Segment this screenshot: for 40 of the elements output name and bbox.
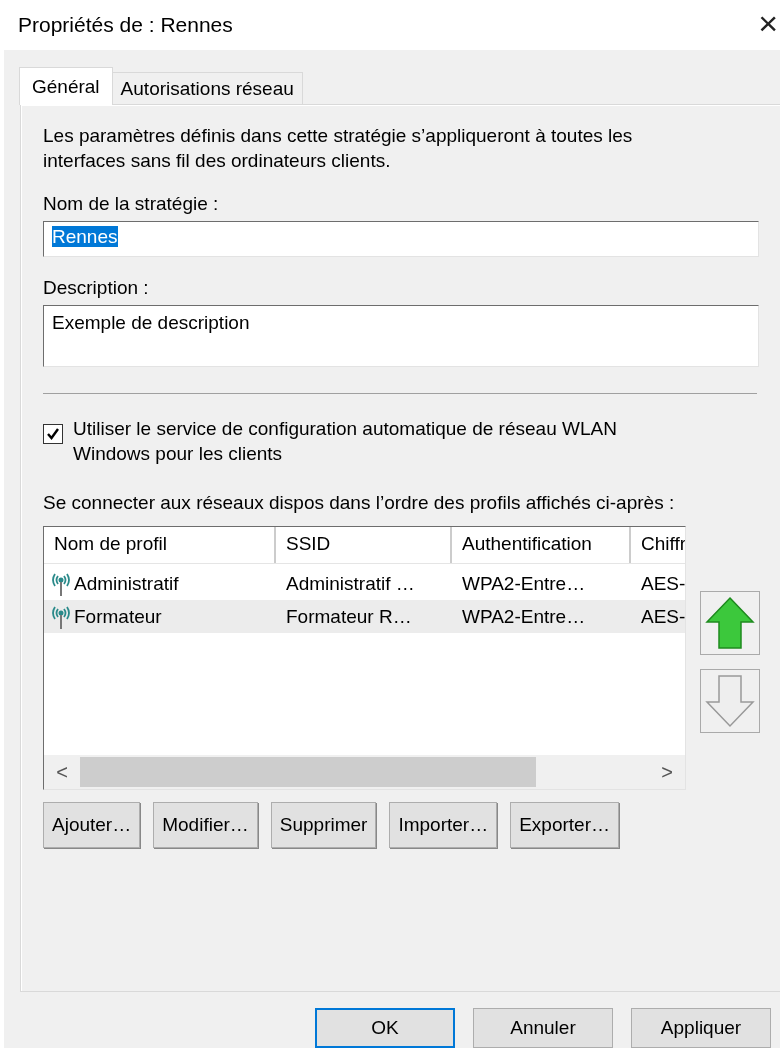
field-label: Nom de la stratégie : [43, 193, 220, 215]
profile-row[interactable]: Administratif Administratif … WPA2-Entre… AES- [44, 567, 685, 600]
scroll-right-button[interactable]: > [649, 760, 685, 784]
profile-row[interactable]: Formateur Formateur R… WPA2-Entre… AES- [44, 600, 685, 633]
tab[interactable]: Autorisations réseau [111, 72, 303, 104]
checkbox[interactable] [43, 424, 63, 444]
dialog-button[interactable]: Appliquer [631, 1008, 771, 1048]
table-cell: Administratif [74, 572, 179, 595]
dialog-button[interactable]: OK [315, 1008, 455, 1048]
profile-action-button[interactable]: Exporter… [510, 802, 619, 848]
table-cell: Formateur [74, 605, 162, 628]
scroll-left-button[interactable]: < [44, 760, 80, 784]
table-cell: WPA2-Entre… [462, 605, 586, 628]
dialog-button[interactable]: Annuler [473, 1008, 613, 1048]
table-cell: Formateur R… [286, 605, 412, 628]
move-up-button[interactable] [700, 591, 760, 655]
tab[interactable]: Général [19, 67, 113, 105]
profile-action-button[interactable]: Ajouter… [43, 802, 141, 848]
description-field[interactable]: Exemple de description [43, 305, 759, 367]
column-header[interactable]: SSID [276, 527, 452, 563]
profile-action-button[interactable]: Supprimer [270, 802, 377, 848]
window-title: Propriétés de : Rennes [18, 13, 233, 37]
column-header[interactable]: Nom de profil [44, 527, 276, 563]
intro-text: Les paramètres définis dans cette stratégie s’appliqueront à toutes les interfaces sans fil des ordinateurs clients. [43, 124, 634, 173]
close-button[interactable]: × [758, 3, 780, 47]
checkbox-label: Utiliser le service de configuration automatique de réseau WLAN Windows pour les clients [73, 417, 618, 466]
column-header[interactable]: Chiffr [631, 527, 685, 563]
profile-action-button[interactable]: Importer… [389, 802, 498, 848]
scrollbar-thumb[interactable] [80, 757, 536, 787]
down-arrow-icon [705, 674, 755, 728]
table-cell: AES- [641, 572, 685, 595]
up-arrow-icon [705, 596, 755, 650]
profile-action-button[interactable]: Modifier… [153, 802, 258, 848]
column-header[interactable]: Authentification [452, 527, 631, 563]
profiles-label: Se connecter aux réseaux dispos dans l’ordre des profils affichés ci-après : [43, 492, 676, 514]
field-label: Description : [43, 277, 150, 299]
table-cell: Administratif … [286, 572, 415, 595]
policy-name-field[interactable]: Rennes [43, 221, 759, 257]
table-cell: AES- [641, 605, 685, 628]
table-cell: WPA2-Entre… [462, 572, 586, 595]
